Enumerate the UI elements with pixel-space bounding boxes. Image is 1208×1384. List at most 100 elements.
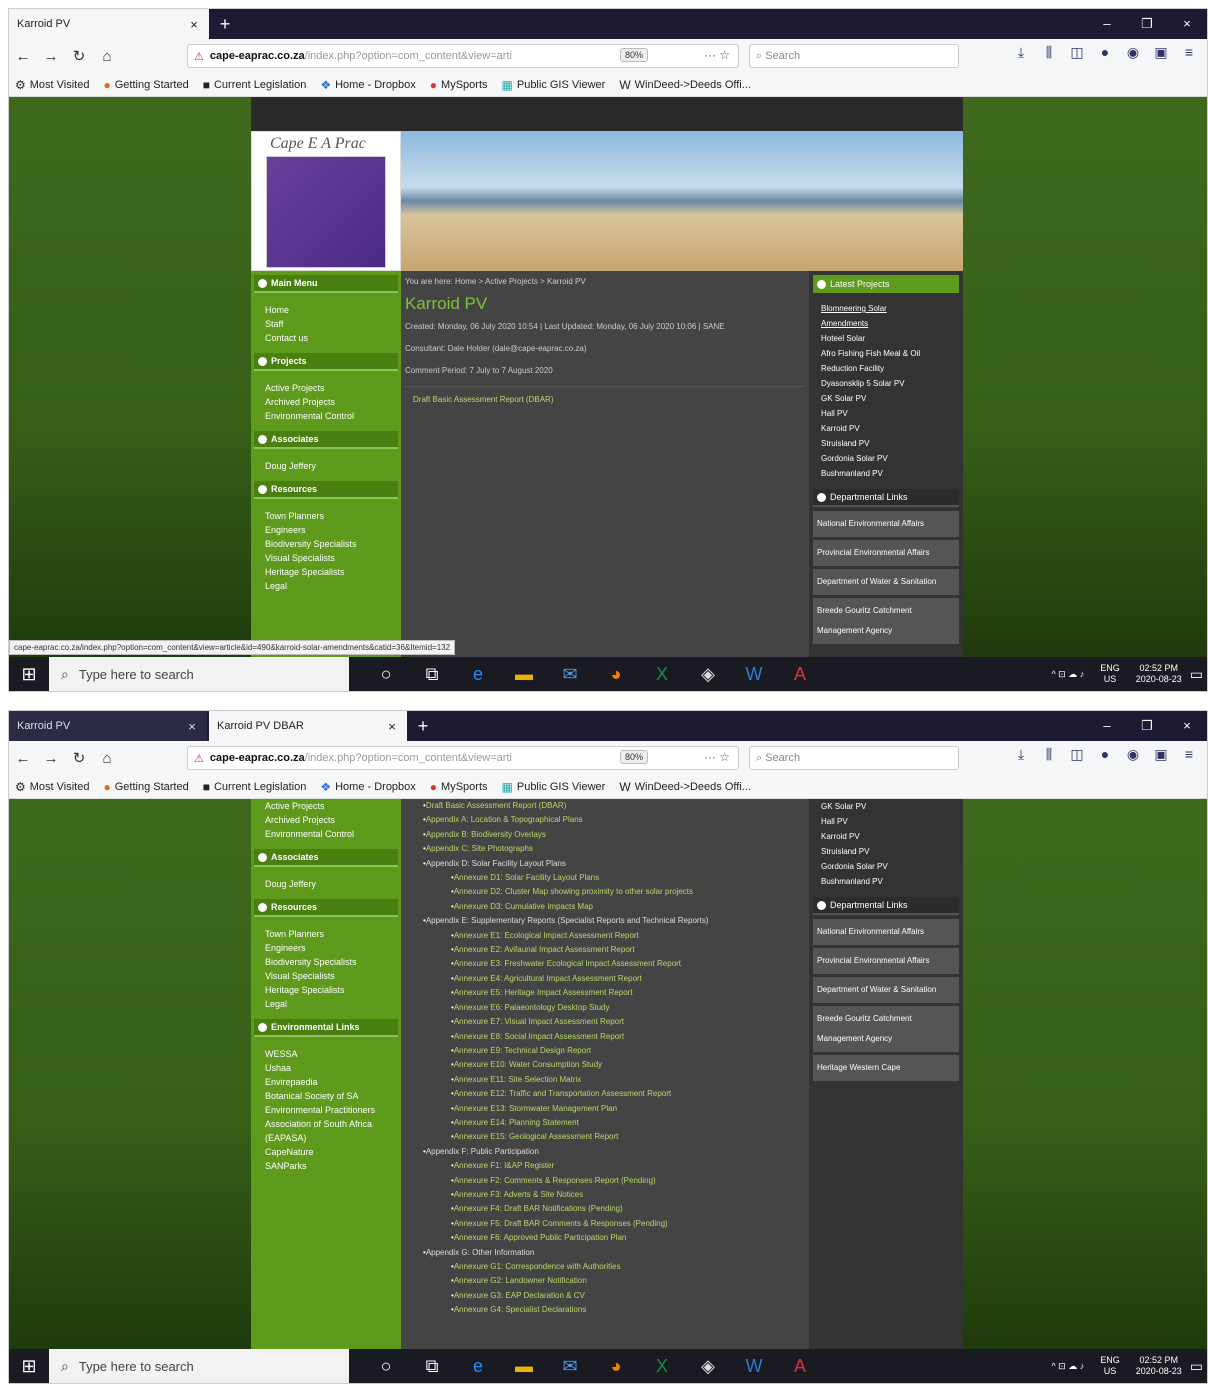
- project-link[interactable]: Karroid PV: [821, 829, 951, 844]
- taskbar-search[interactable]: ⌕ Type here to search: [49, 657, 349, 691]
- appendix-item[interactable]: Annexure F5: Draft BAR Comments & Respon…: [423, 1217, 809, 1231]
- edge-icon[interactable]: e: [455, 664, 501, 685]
- menu-link[interactable]: Heritage Specialists: [265, 565, 387, 579]
- tab-karroid-pv[interactable]: Karroid PV ×: [9, 711, 207, 741]
- project-link[interactable]: Gordonia Solar PV: [821, 859, 951, 874]
- menu-icon[interactable]: ≡: [1175, 746, 1203, 763]
- tray-icons[interactable]: ^ ⊡ ☁ ♪: [1051, 1361, 1084, 1372]
- close-icon[interactable]: ×: [385, 719, 399, 734]
- project-link[interactable]: Hoteel Solar: [821, 331, 951, 346]
- forward-icon[interactable]: →: [37, 48, 65, 65]
- menu-link[interactable]: Doug Jeffery: [265, 877, 387, 891]
- appendix-item[interactable]: Annexure D1: Solar Facility Layout Plans: [423, 871, 809, 885]
- library-icon[interactable]: ⫼: [1035, 44, 1063, 61]
- insecure-lock-icon[interactable]: ⚠: [194, 50, 204, 63]
- menu-link[interactable]: Environmental Control: [265, 827, 387, 841]
- bookmark[interactable]: ⚙ Most Visited: [15, 78, 89, 92]
- close-icon[interactable]: ×: [185, 719, 199, 734]
- dept-link[interactable]: Breede Gouritz Catchment Management Agen…: [813, 598, 959, 644]
- excel-icon[interactable]: X: [639, 1356, 685, 1377]
- app-icon[interactable]: ◈: [685, 1356, 731, 1377]
- zoom-level[interactable]: 80%: [619, 48, 648, 62]
- menu-link[interactable]: Town Planners: [265, 927, 387, 941]
- url-bar[interactable]: ⚠ cape-eaprac.co.za/index.php?option=com_…: [187, 44, 739, 68]
- new-tab-button[interactable]: +: [411, 714, 435, 738]
- forward-icon[interactable]: →: [37, 750, 65, 767]
- notifications-icon[interactable]: ▭: [1190, 1359, 1203, 1373]
- menu-link[interactable]: Archived Projects: [265, 813, 387, 827]
- menu-link[interactable]: WESSA: [265, 1047, 387, 1061]
- dept-link[interactable]: National Environmental Affairs: [813, 511, 959, 537]
- menu-link[interactable]: Home: [265, 303, 387, 317]
- project-link[interactable]: Karroid PV: [821, 421, 951, 436]
- appendix-item[interactable]: Annexure G4: Specialist Declarations: [423, 1303, 809, 1317]
- project-link[interactable]: Reduction Facility: [821, 361, 951, 376]
- bookmark[interactable]: W WinDeed->Deeds Offi...: [619, 78, 751, 92]
- menu-link[interactable]: Ushaa: [265, 1061, 387, 1075]
- bookmark[interactable]: ● MySports: [430, 780, 488, 794]
- appendix-item[interactable]: Annexure F2: Comments & Responses Report…: [423, 1174, 809, 1188]
- menu-link[interactable]: Environmental Practitioners Association …: [265, 1103, 387, 1145]
- search-box[interactable]: ⌕ Search: [749, 746, 959, 770]
- sidebar-icon[interactable]: ◫: [1063, 44, 1091, 61]
- extension-icon[interactable]: ●: [1091, 746, 1119, 763]
- menu-link[interactable]: Heritage Specialists: [265, 983, 387, 997]
- word-icon[interactable]: W: [731, 1356, 777, 1377]
- appendix-item[interactable]: Annexure G3: EAP Declaration & CV: [423, 1289, 809, 1303]
- appendix-item[interactable]: Annexure E9: Technical Design Report: [423, 1044, 809, 1058]
- library-icon[interactable]: ⫼: [1035, 746, 1063, 763]
- appendix-item[interactable]: Annexure F3: Adverts & Site Notices: [423, 1188, 809, 1202]
- close-icon[interactable]: ×: [187, 17, 201, 32]
- bookmark[interactable]: ■ Current Legislation: [203, 78, 307, 92]
- menu-link[interactable]: CapeNature: [265, 1145, 387, 1159]
- sidebar-icon[interactable]: ◫: [1063, 746, 1091, 763]
- appendix-item[interactable]: Appendix B: Biodiversity Overlays: [423, 828, 809, 842]
- bookmark[interactable]: ⚙ Most Visited: [15, 780, 89, 794]
- url-bar[interactable]: ⚠ cape-eaprac.co.za/index.php?option=com_…: [187, 746, 739, 770]
- clock[interactable]: 02:52 PM 2020-08-23: [1128, 1355, 1182, 1377]
- project-link[interactable]: Hall PV: [821, 406, 951, 421]
- new-tab-button[interactable]: +: [213, 12, 237, 36]
- outlook-icon[interactable]: ✉: [547, 1356, 593, 1377]
- download-icon[interactable]: ⤓: [1007, 746, 1035, 763]
- menu-link[interactable]: Town Planners: [265, 509, 387, 523]
- reload-icon[interactable]: ↻: [65, 749, 93, 767]
- bookmark[interactable]: ■ Current Legislation: [203, 780, 307, 794]
- tray-icons[interactable]: ^ ⊡ ☁ ♪: [1051, 669, 1084, 680]
- home-icon[interactable]: ⌂: [93, 48, 121, 65]
- language-indicator[interactable]: ENG US: [1092, 663, 1120, 685]
- close-window-icon[interactable]: ×: [1167, 9, 1207, 39]
- project-link[interactable]: Blomneering Solar: [821, 301, 951, 316]
- download-icon[interactable]: ⤓: [1007, 44, 1035, 61]
- appendix-item[interactable]: Annexure E8: Social Impact Assessment Re…: [423, 1030, 809, 1044]
- firefox-icon[interactable]: ◕: [593, 664, 639, 685]
- bookmark[interactable]: ▦ Public GIS Viewer: [502, 78, 606, 92]
- page-actions-icon[interactable]: ··· ☆: [704, 750, 730, 764]
- minimize-icon[interactable]: –: [1087, 9, 1127, 39]
- folder-icon[interactable]: ▬: [501, 664, 547, 685]
- appendix-item[interactable]: Annexure G1: Correspondence with Authori…: [423, 1260, 809, 1274]
- dept-link[interactable]: Department of Water & Sanitation: [813, 977, 959, 1003]
- dbar-link[interactable]: Draft Basic Assessment Report (DBAR): [413, 395, 797, 404]
- taskbar-search[interactable]: ⌕ Type here to search: [49, 1349, 349, 1383]
- firefox-icon[interactable]: ◕: [593, 1356, 639, 1377]
- back-icon[interactable]: ←: [9, 48, 37, 65]
- pdf-icon[interactable]: A: [777, 1356, 823, 1377]
- project-link[interactable]: Bushmanland PV: [821, 466, 951, 481]
- menu-link[interactable]: Legal: [265, 579, 387, 593]
- project-link[interactable]: GK Solar PV: [821, 391, 951, 406]
- appendix-item[interactable]: Annexure D2: Cluster Map showing proximi…: [423, 885, 809, 899]
- dept-link[interactable]: Provincial Environmental Affairs: [813, 540, 959, 566]
- appendix-item[interactable]: Annexure E5: Heritage Impact Assessment …: [423, 986, 809, 1000]
- menu-link[interactable]: Contact us: [265, 331, 387, 345]
- appendix-item[interactable]: Annexure E7: Visual Impact Assessment Re…: [423, 1015, 809, 1029]
- appendix-item[interactable]: Annexure F1: I&AP Register: [423, 1159, 809, 1173]
- appendix-item[interactable]: Annexure E2: Avifaunal Impact Assessment…: [423, 943, 809, 957]
- menu-link[interactable]: Visual Specialists: [265, 551, 387, 565]
- project-link[interactable]: Hall PV: [821, 814, 951, 829]
- menu-link[interactable]: Visual Specialists: [265, 969, 387, 983]
- restore-icon[interactable]: ❐: [1127, 711, 1167, 741]
- menu-icon[interactable]: ≡: [1175, 44, 1203, 61]
- appendix-item[interactable]: Draft Basic Assessment Report (DBAR): [423, 799, 809, 813]
- menu-link[interactable]: Active Projects: [265, 381, 387, 395]
